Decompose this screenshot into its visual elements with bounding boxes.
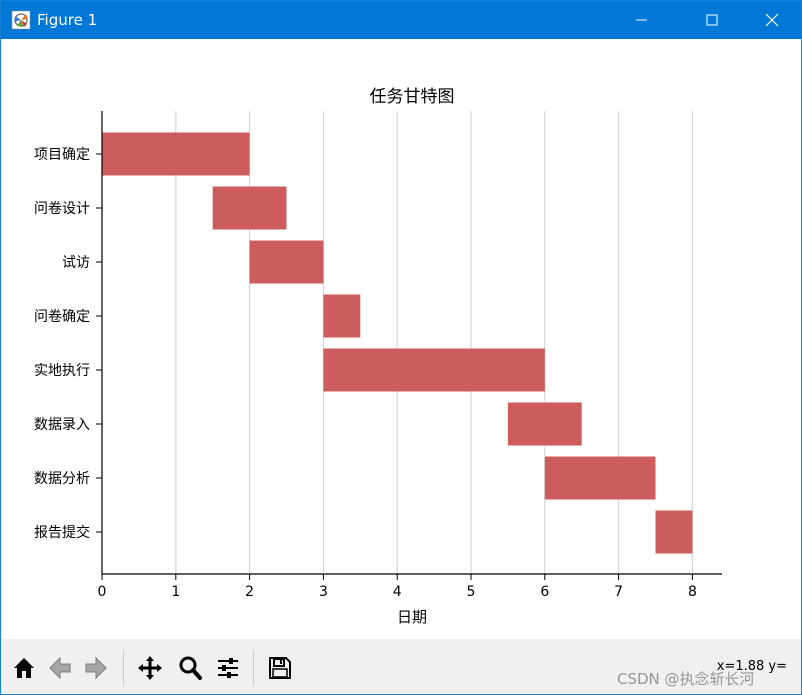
forward-arrow-icon — [85, 656, 107, 680]
save-button[interactable] — [263, 651, 297, 685]
task-bar — [102, 132, 250, 176]
y-tick-label: 数据分析 — [34, 471, 90, 487]
x-tick-label: 1 — [171, 584, 180, 600]
zoom-button[interactable] — [173, 651, 207, 685]
y-tick-label: 试访 — [62, 255, 90, 271]
grid-lines — [175, 111, 694, 574]
task-bar — [323, 294, 361, 338]
back-arrow-icon — [49, 656, 71, 680]
axes — [101, 111, 722, 575]
x-tick-label: 7 — [614, 584, 623, 600]
y-ticks: 项目确定问卷设计试访问卷确定实地执行数据录入数据分析报告提交 — [34, 147, 102, 541]
gantt-chart: 任务甘特图 0 1 2 3 4 5 6 7 8 项目确定问卷设计试访问卷确定实地执行数据录入数据… — [34, 87, 722, 626]
x-tick-label: 3 — [319, 584, 328, 600]
matplotlib-app-icon — [11, 10, 31, 30]
maximize-icon — [706, 14, 718, 26]
x-ticks: 0 1 2 3 4 5 6 7 8 — [98, 574, 697, 600]
close-icon — [765, 13, 779, 27]
minimize-button[interactable] — [619, 1, 665, 39]
task-bar — [507, 402, 582, 446]
close-button[interactable] — [749, 1, 795, 39]
y-tick-label: 问卷设计 — [34, 201, 90, 217]
zoom-icon — [179, 656, 202, 680]
task-bar — [249, 240, 324, 284]
task-bar — [655, 510, 693, 554]
figure-window: Figure 1 任务甘特图 0 1 2 3 4 5 6 7 8 项目确定 问卷设计 试访 … — [0, 0, 802, 695]
title-bar[interactable]: Figure 1 — [1, 1, 801, 39]
x-axis-label: 日期 — [397, 608, 427, 626]
configure-subplots-button[interactable] — [211, 651, 245, 685]
home-icon — [14, 658, 34, 678]
x-tick-label: 5 — [467, 584, 476, 600]
y-tick-label: 报告提交 — [34, 524, 90, 541]
watermark-text: CSDN @执念斩长河 — [617, 670, 755, 688]
task-bar — [323, 348, 545, 392]
minimize-icon — [636, 19, 647, 21]
chart-title: 任务甘特图 — [370, 87, 455, 107]
x-tick-label: 6 — [540, 584, 549, 600]
x-tick-label: 2 — [245, 584, 254, 600]
forward-button[interactable] — [79, 651, 113, 685]
pan-icon — [138, 656, 162, 680]
x-tick-label: 8 — [688, 584, 697, 600]
back-button[interactable] — [43, 651, 77, 685]
window-title: Figure 1 — [37, 11, 98, 29]
task-bar — [212, 186, 287, 230]
save-icon — [269, 657, 291, 679]
x-tick-label: 4 — [393, 584, 402, 600]
figure-canvas[interactable]: 任务甘特图 0 1 2 3 4 5 6 7 8 项目确定问卷设计试访问卷确定实地执行数据录入数据… — [1, 39, 801, 639]
maximize-button[interactable] — [689, 1, 735, 39]
y-tick-label: 数据录入 — [34, 417, 90, 433]
y-tick-label: 问卷确定 — [34, 309, 90, 325]
configure-subplots-icon — [218, 658, 238, 678]
home-button[interactable] — [7, 651, 41, 685]
toolbar-separator — [123, 651, 124, 685]
y-tick-label: 实地执行 — [34, 363, 90, 379]
toolbar-separator — [253, 651, 254, 685]
y-tick-label: 项目确定 — [34, 147, 90, 163]
x-tick-label: 0 — [98, 584, 107, 600]
pan-button[interactable] — [133, 651, 167, 685]
task-bar — [544, 456, 656, 500]
